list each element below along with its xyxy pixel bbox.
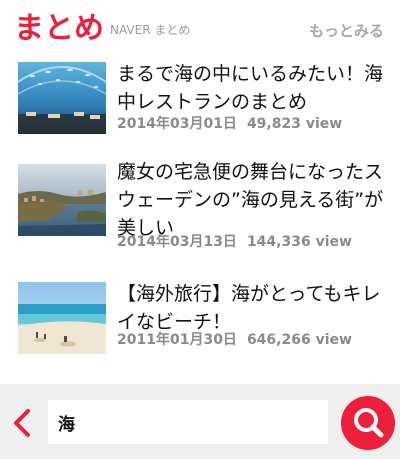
article-views: 49,823 view [246, 116, 343, 132]
article-thumbnail[interactable] [18, 164, 106, 236]
article-thumbnail[interactable] [18, 282, 106, 354]
article-views: 646,266 view [246, 332, 352, 348]
search-input[interactable] [48, 400, 328, 444]
matome-logo[interactable]: まとめ [14, 7, 104, 51]
back-button[interactable] [6, 406, 38, 440]
article-meta: 2011年01月30日 646,266 view [117, 330, 352, 350]
article-thumbnail[interactable] [18, 62, 106, 134]
article-date: 2011年01月30日 [117, 332, 237, 348]
chevron-left-icon [14, 409, 30, 437]
article-views: 144,336 view [246, 234, 352, 250]
search-icon [354, 408, 384, 438]
article-title[interactable]: 【海外旅行】海がとってもキレイなビーチ！ [117, 280, 389, 336]
article-title[interactable]: まるで海の中にいるみたい！海中レストランのまとめ [117, 60, 389, 116]
article-meta: 2014年03月01日 49,823 view [117, 114, 342, 134]
article-item[interactable]: 魔女の宅急便の舞台になったスウェーデンの”海の見える街”が美しい 2014年03… [0, 152, 400, 262]
search-bar [0, 384, 400, 459]
article-title[interactable]: 魔女の宅急便の舞台になったスウェーデンの”海の見える街”が美しい [117, 158, 389, 242]
underwater-restaurant-image [18, 62, 106, 134]
naver-matome-label: NAVER まとめ [110, 23, 191, 37]
article-item[interactable]: まるで海の中にいるみたい！海中レストランのまとめ 2014年03月01日 49,8… [0, 56, 400, 150]
article-date: 2014年03月01日 [117, 116, 237, 132]
search-button[interactable] [341, 396, 395, 450]
article-item[interactable]: 【海外旅行】海がとってもキレイなビーチ！ 2011年01月30日 646,266 … [0, 270, 400, 370]
article-meta: 2014年03月13日 144,336 view [117, 232, 352, 252]
beach-image [18, 282, 106, 354]
seaside-town-image [18, 164, 106, 236]
article-date: 2014年03月13日 [117, 234, 237, 250]
more-link[interactable]: もっとみる [309, 20, 384, 42]
header: まとめ NAVER まとめ もっとみる [0, 0, 400, 56]
